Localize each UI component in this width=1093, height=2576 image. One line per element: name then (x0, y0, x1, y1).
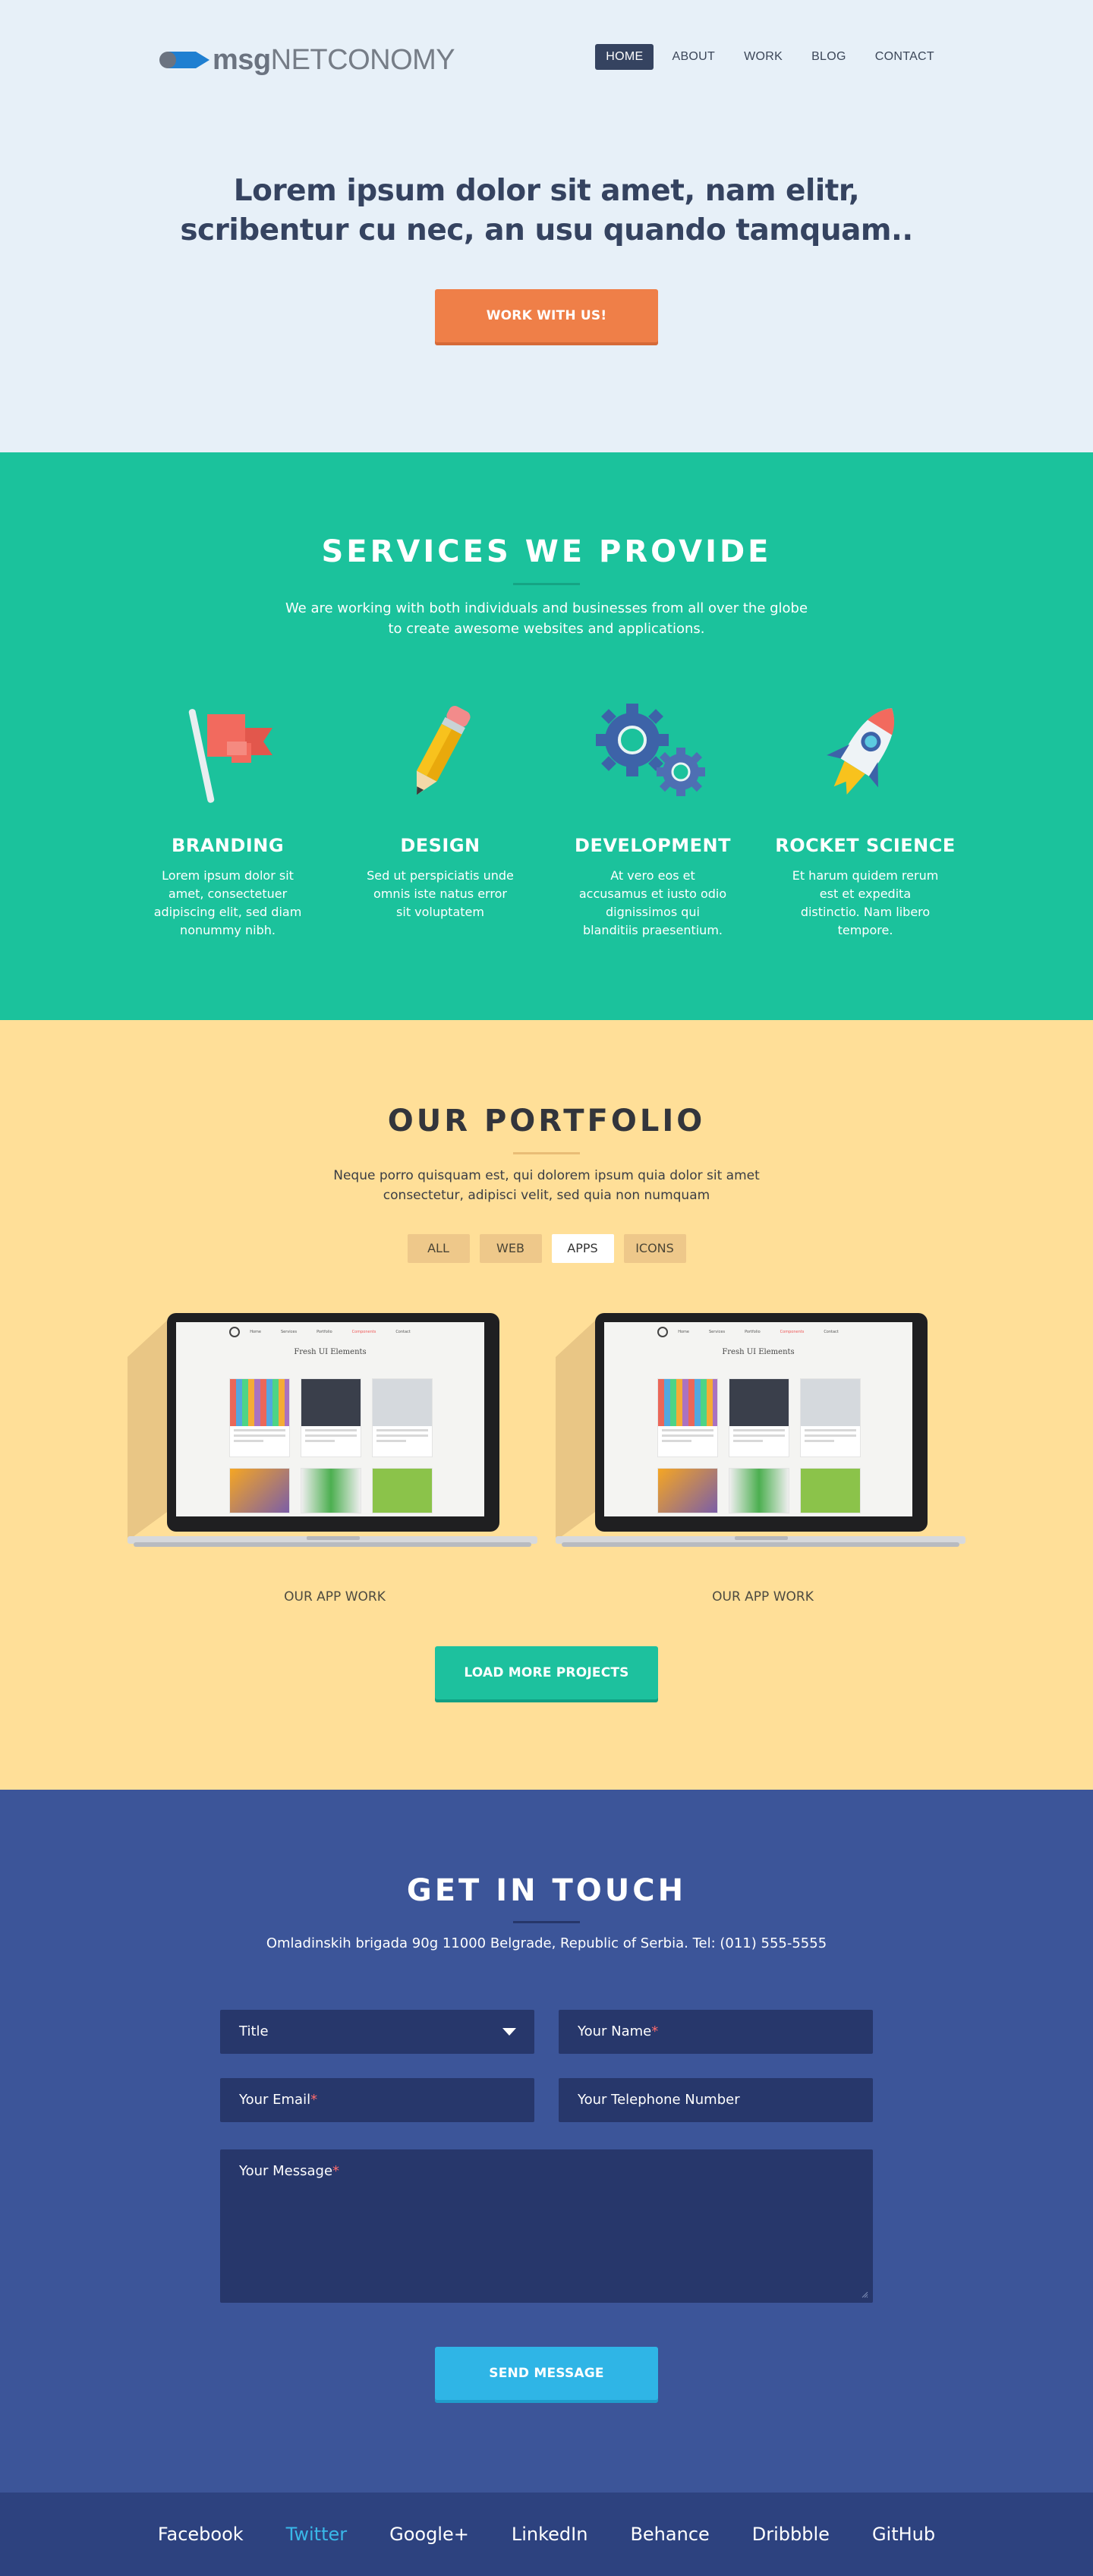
linkedin-link[interactable]: LinkedIn (512, 2524, 588, 2545)
name-field[interactable]: Your Name* (559, 2010, 873, 2054)
rocket-icon (774, 694, 956, 808)
services-divider (513, 583, 580, 585)
portfolio-lead: Neque porro quisquam est, qui dolorem ip… (0, 1166, 1093, 1205)
message-field[interactable]: Your Message* (220, 2149, 873, 2303)
service-design-text: Sed ut perspiciatis unde omnis iste natu… (367, 868, 514, 919)
laptop-mockup: Home Services Portfolio Components Contact F… (556, 1313, 970, 1564)
chevron-down-icon (502, 2028, 516, 2036)
service-branding-text: Lorem ipsum dolor sit amet, consectetuer… (153, 868, 302, 937)
service-development-text: At vero eos et accusamus et iusto odio d… (578, 868, 727, 937)
flag-icon (137, 694, 319, 808)
screen-title: Fresh UI Elements (722, 1348, 795, 1356)
required-mark: * (332, 2163, 340, 2179)
facebook-link[interactable]: Facebook (158, 2524, 244, 2545)
behance-link[interactable]: Behance (630, 2524, 709, 2545)
service-rocket-science: ROCKET SCIENCE Et harum quidem rerum est… (774, 694, 956, 940)
laptop-screen: Home Services Portfolio Components Contact F… (176, 1322, 484, 1516)
phone-placeholder: Your Telephone Number (578, 2092, 740, 2108)
portfolio-section: OUR PORTFOLIO Neque porro quisquam est, … (0, 1020, 1093, 1790)
filter-apps[interactable]: APPS (551, 1234, 614, 1263)
message-placeholder: Your Message (239, 2163, 333, 2179)
nav-about[interactable]: ABOUT (661, 44, 726, 70)
portfolio-filters: ALL WEB APPS ICONS (0, 1234, 1093, 1263)
hero-section: msgNETCONOMY HOME ABOUT WORK BLOG CONTAC… (0, 0, 1093, 452)
brand-logo[interactable]: msgNETCONOMY (159, 46, 455, 74)
service-rocket-science-title: ROCKET SCIENCE (775, 835, 956, 856)
services-lead-line-1: We are working with both individuals and… (285, 600, 808, 616)
gears-icon (562, 694, 744, 808)
required-mark: * (651, 2023, 659, 2039)
project-caption: OUR APP WORK (284, 1589, 386, 1604)
logo-mark-icon (159, 47, 209, 73)
logo-text: msgNETCONOMY (213, 44, 455, 76)
laptop-mockup: Home Services Portfolio Components Contact F… (128, 1313, 542, 1564)
filter-web[interactable]: WEB (479, 1234, 542, 1263)
service-branding: BRANDING Lorem ipsum dolor sit amet, con… (137, 694, 319, 940)
hero-title-line-2: scribentur cu nec, an usu quando tamquam… (180, 213, 913, 247)
email-placeholder: Your Email (239, 2092, 311, 2108)
send-message-button[interactable]: SEND MESSAGE (435, 2347, 658, 2400)
services-lead: We are working with both individuals and… (0, 598, 1093, 639)
screen-subtitle-placeholder (604, 1358, 912, 1362)
portfolio-lead-line-2: consectetur, adipisci velit, sed quia no… (383, 1188, 710, 1203)
nav-contact[interactable]: CONTACT (865, 44, 945, 70)
name-placeholder: Your Name (578, 2023, 652, 2039)
nav-blog[interactable]: BLOG (801, 44, 857, 70)
services-section: SERVICES WE PROVIDE We are working with … (0, 452, 1093, 1020)
portfolio-item[interactable]: Home Services Portfolio Components Contact F… (556, 1313, 970, 1604)
footer-social-links: Facebook Twitter Google+ LinkedIn Behanc… (0, 2493, 1093, 2576)
hero-title-line-1: Lorem ipsum dolor sit amet, nam elitr, (233, 174, 860, 208)
portfolio-title: OUR PORTFOLIO (387, 1104, 706, 1138)
hero-title: Lorem ipsum dolor sit amet, nam elitr, s… (0, 172, 1093, 250)
service-design: DESIGN Sed ut perspiciatis unde omnis is… (349, 694, 531, 921)
phone-field[interactable]: Your Telephone Number (559, 2078, 873, 2122)
service-development: DEVELOPMENT At vero eos et accusamus et … (562, 694, 744, 940)
email-field[interactable]: Your Email* (220, 2078, 534, 2122)
contact-title: GET IN TOUCH (406, 1873, 687, 1908)
filter-icons[interactable]: ICONS (623, 1234, 686, 1263)
load-more-projects-button[interactable]: LOAD MORE PROJECTS (435, 1646, 658, 1699)
services-title: SERVICES WE PROVIDE (321, 534, 772, 569)
main-nav: HOME ABOUT WORK BLOG CONTACT (595, 44, 945, 70)
contact-address: Omladinskih brigada 90g 11000 Belgrade, … (266, 1935, 827, 1951)
service-rocket-science-text: Et harum quidem rerum est et expedita di… (792, 868, 939, 937)
portfolio-item[interactable]: Home Services Portfolio Components Contact F… (128, 1313, 542, 1604)
nav-home[interactable]: HOME (595, 44, 654, 70)
service-development-title: DEVELOPMENT (575, 835, 731, 856)
pencil-icon (349, 694, 531, 808)
service-design-title: DESIGN (400, 835, 480, 856)
project-caption: OUR APP WORK (712, 1589, 814, 1604)
title-select[interactable]: Title (220, 2010, 534, 2054)
portfolio-lead-line-1: Neque porro quisquam est, qui dolorem ip… (333, 1168, 760, 1183)
nav-work[interactable]: WORK (733, 44, 793, 70)
resize-handle-icon[interactable] (861, 2291, 868, 2298)
twitter-link[interactable]: Twitter (286, 2524, 347, 2545)
service-branding-title: BRANDING (171, 835, 285, 856)
required-mark: * (310, 2092, 318, 2108)
contact-divider (513, 1921, 580, 1923)
work-with-us-button[interactable]: WORK WITH US! (435, 289, 658, 342)
laptop-screen: Home Services Portfolio Components Contact F… (604, 1322, 912, 1516)
services-lead-line-2: to create awesome websites and applicati… (388, 621, 705, 637)
contact-section: GET IN TOUCH Omladinskih brigada 90g 110… (0, 1790, 1093, 2493)
portfolio-divider (513, 1152, 580, 1154)
title-select-value: Title (239, 2023, 269, 2039)
filter-all[interactable]: ALL (407, 1234, 470, 1263)
screen-subtitle-placeholder (176, 1358, 484, 1362)
dribbble-link[interactable]: Dribbble (752, 2524, 830, 2545)
google-plus-link[interactable]: Google+ (389, 2524, 469, 2545)
screen-title: Fresh UI Elements (294, 1348, 367, 1356)
github-link[interactable]: GitHub (872, 2524, 935, 2545)
